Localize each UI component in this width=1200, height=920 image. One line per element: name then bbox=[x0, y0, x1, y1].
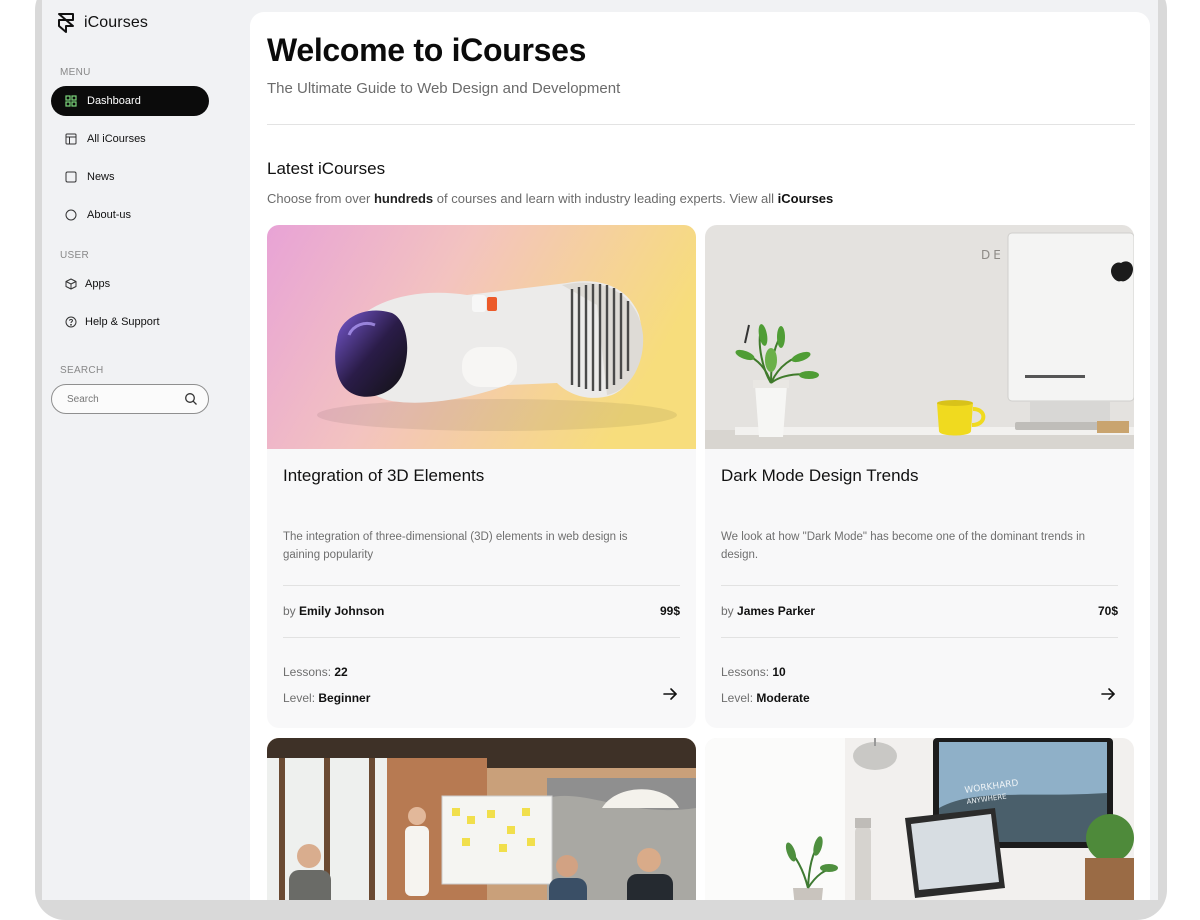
circle-icon bbox=[65, 209, 77, 221]
course-description: The integration of three-dimensional (3D… bbox=[283, 531, 628, 561]
course-image-vr-headset bbox=[267, 225, 696, 449]
lessons-count: 10 bbox=[772, 665, 786, 679]
sidebar-item-label: Dashboard bbox=[87, 95, 141, 107]
section-description: Choose from over hundreds of courses and… bbox=[267, 191, 833, 206]
user-section-label: USER bbox=[60, 250, 89, 261]
sidebar-item-news[interactable]: News bbox=[51, 162, 209, 192]
course-lessons: Lessons: 10 bbox=[721, 665, 786, 679]
author-prefix: by bbox=[721, 604, 734, 618]
search-box bbox=[51, 384, 209, 414]
help-circle-icon bbox=[65, 316, 77, 328]
level-value: Beginner bbox=[318, 691, 371, 705]
author-name: James Parker bbox=[737, 604, 816, 618]
layout-icon bbox=[65, 133, 77, 145]
level-value: Moderate bbox=[756, 691, 810, 705]
sidebar-item-label: All iCourses bbox=[87, 133, 146, 145]
card-divider bbox=[283, 585, 680, 586]
search-icon[interactable] bbox=[184, 392, 198, 406]
sidebar-item-all-icourses[interactable]: All iCourses bbox=[51, 124, 209, 154]
search-input[interactable] bbox=[67, 393, 184, 405]
level-label: Level: bbox=[283, 691, 316, 705]
lessons-count: 22 bbox=[334, 665, 348, 679]
menu-section-label: MENU bbox=[60, 67, 91, 78]
card-divider bbox=[721, 585, 1118, 586]
page-subtitle: The Ultimate Guide to Web Design and Dev… bbox=[267, 80, 621, 97]
arrow-right-icon[interactable] bbox=[662, 686, 678, 702]
brand[interactable]: iCourses bbox=[56, 12, 148, 34]
lessons-label: Lessons: bbox=[283, 665, 332, 679]
sidebar-item-dashboard[interactable]: Dashboard bbox=[51, 86, 209, 116]
arrow-right-icon[interactable] bbox=[1100, 686, 1116, 702]
course-title[interactable]: Dark Mode Design Trends bbox=[721, 466, 918, 486]
course-image-workspace: WORKHARD ANYWHERE bbox=[705, 738, 1134, 900]
section-desc-text: Choose from over bbox=[267, 191, 374, 206]
brand-name: iCourses bbox=[84, 14, 148, 31]
course-price: 70$ bbox=[1097, 604, 1118, 618]
search-section-label: SEARCH bbox=[60, 365, 104, 376]
section-desc-bold: hundreds bbox=[373, 191, 434, 206]
card-divider bbox=[283, 637, 680, 638]
course-card[interactable]: DE Dark Mode Design Trends We look at ho… bbox=[705, 225, 1134, 728]
lessons-label: Lessons: bbox=[721, 665, 770, 679]
sidebar-item-label: News bbox=[87, 171, 115, 183]
course-card[interactable] bbox=[267, 738, 696, 900]
course-image-desk-setup: DE bbox=[705, 225, 1134, 449]
app-screen: iCourses MENU Dashboard All iCourses New… bbox=[42, 0, 1158, 900]
course-level: Level: Moderate bbox=[721, 691, 810, 705]
sidebar-item-label: Help & Support bbox=[85, 316, 160, 328]
cube-icon bbox=[65, 278, 77, 290]
course-image-team-meeting bbox=[267, 738, 696, 900]
main-panel: Welcome to iCourses The Ultimate Guide t… bbox=[250, 12, 1150, 900]
sidebar: iCourses MENU Dashboard All iCourses New… bbox=[42, 0, 250, 900]
course-level: Level: Beginner bbox=[283, 691, 370, 705]
sidebar-item-about-us[interactable]: About-us bbox=[51, 200, 209, 230]
sidebar-item-label: About-us bbox=[87, 209, 132, 221]
framer-logo-icon bbox=[56, 12, 76, 34]
grid-icon bbox=[65, 95, 77, 107]
svg-text:DE: DE bbox=[981, 248, 1004, 262]
divider bbox=[267, 124, 1135, 125]
course-price: 99$ bbox=[659, 604, 680, 618]
course-title[interactable]: Integration of 3D Elements bbox=[283, 466, 484, 486]
course-card[interactable]: WORKHARD ANYWHERE bbox=[705, 738, 1134, 900]
sidebar-item-help-support[interactable]: Help & Support bbox=[51, 307, 209, 337]
section-desc-text: of courses and learn with industry leadi… bbox=[433, 191, 778, 206]
course-lessons: Lessons: 22 bbox=[283, 665, 348, 679]
card-divider bbox=[721, 637, 1118, 638]
course-author: by Emily Johnson bbox=[283, 604, 384, 618]
square-icon bbox=[65, 171, 77, 183]
view-all-icourses-link[interactable]: iCourses bbox=[778, 191, 834, 206]
course-card[interactable]: Integration of 3D Elements The integrati… bbox=[267, 225, 696, 728]
section-title: Latest iCourses bbox=[267, 159, 386, 178]
course-description: We look at how "Dark Mode" has become on… bbox=[721, 531, 1086, 561]
sidebar-item-apps[interactable]: Apps bbox=[51, 269, 209, 299]
sidebar-item-label: Apps bbox=[85, 278, 111, 290]
page-title: Welcome to iCourses bbox=[267, 32, 587, 68]
level-label: Level: bbox=[721, 691, 754, 705]
course-author: by James Parker bbox=[721, 604, 815, 618]
author-name: Emily Johnson bbox=[299, 604, 385, 618]
author-prefix: by bbox=[283, 604, 296, 618]
